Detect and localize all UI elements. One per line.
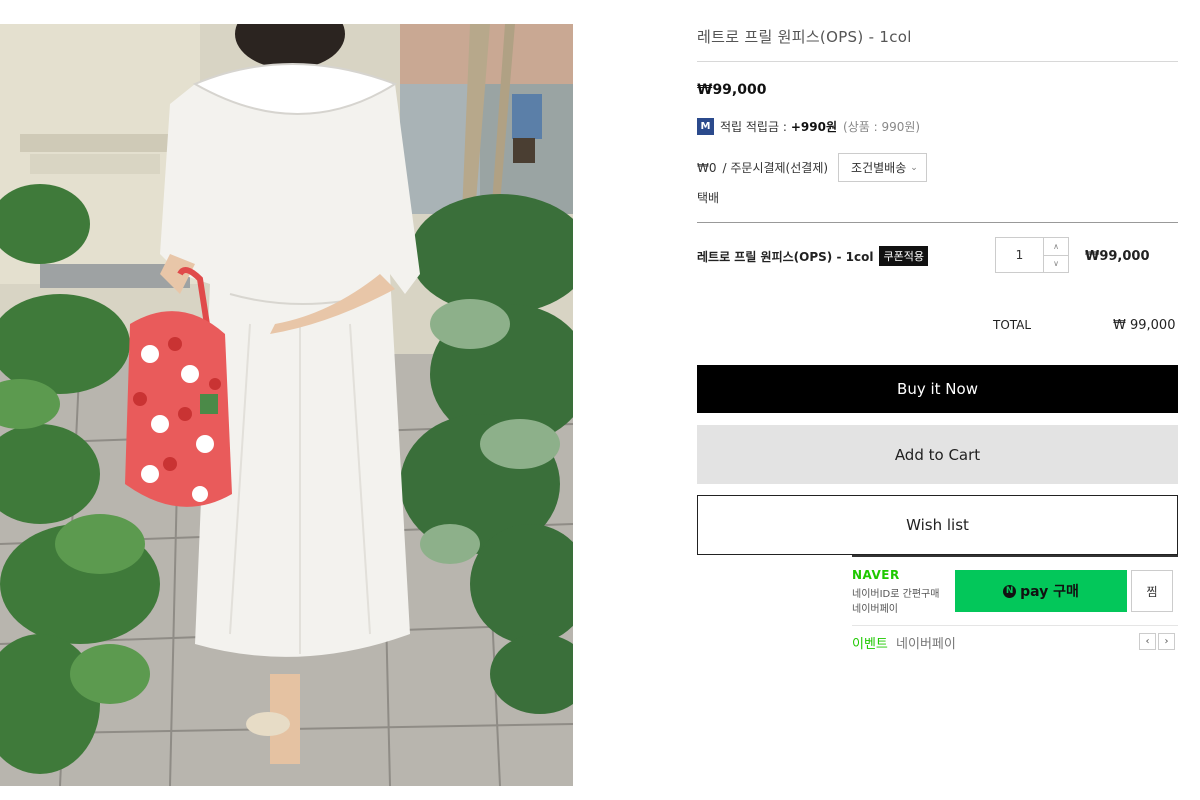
naver-pay-box: NAVER 네이버ID로 간편구매 네이버페이 N pay 구매 찜 이벤트 네…	[852, 555, 1178, 655]
shipping-condition-label: 조건별배송	[851, 161, 907, 175]
shipping-row: ₩0 / 주문시결제(선결제) 조건별배송 ⌄	[697, 153, 927, 182]
event-sub: 네이버페이	[896, 637, 956, 652]
divider	[697, 61, 1178, 62]
chevron-down-icon: ⌄	[910, 162, 918, 173]
shipping-type: 택배	[697, 191, 720, 205]
wish-list-button[interactable]: Wish list	[697, 495, 1178, 555]
add-to-cart-button[interactable]: Add to Cart	[697, 425, 1178, 484]
chevron-down-icon[interactable]: ∨	[1044, 256, 1068, 273]
divider	[852, 625, 1178, 626]
zzim-button[interactable]: 찜	[1131, 570, 1173, 612]
option-price: ₩99,000	[1085, 249, 1150, 264]
product-image	[0, 24, 573, 786]
event-label[interactable]: 이벤트	[852, 637, 888, 652]
total-value: ₩ 99,000	[1113, 318, 1176, 333]
naver-logo: NAVER	[852, 568, 900, 582]
mileage-label: 적립 적립금 :	[720, 120, 787, 134]
mileage-row: M 적립 적립금 : +990원 (상품 : 990원)	[697, 118, 920, 135]
naver-pay-button[interactable]: N pay 구매	[955, 570, 1127, 612]
divider	[697, 222, 1178, 223]
chevron-left-icon[interactable]: ‹	[1139, 633, 1156, 650]
option-row: 레트로 프릴 원피스(OPS) - 1col 쿠폰적용	[697, 246, 928, 266]
naver-event-row: 이벤트 네이버페이	[852, 633, 956, 652]
coupon-button[interactable]: 쿠폰적용	[879, 246, 928, 266]
total-label: TOTAL	[993, 318, 1032, 332]
quantity-stepper[interactable]: 1 ∧ ∨	[995, 237, 1069, 273]
buy-now-button[interactable]: Buy it Now	[697, 365, 1178, 413]
quantity-arrows: ∧ ∨	[1043, 238, 1068, 272]
quantity-input[interactable]: 1	[996, 238, 1043, 272]
naver-pay-desc: 네이버페이	[852, 604, 898, 615]
divider	[852, 555, 1178, 557]
naver-pay-label: pay 구매	[1020, 584, 1079, 600]
mileage-amount: +990원	[790, 120, 838, 134]
shipping-condition-button[interactable]: 조건별배송 ⌄	[838, 153, 927, 182]
mileage-sub: (상품 : 990원)	[843, 120, 921, 134]
shipping-method: / 주문시결제(선결제)	[722, 161, 829, 175]
shipping-fee: ₩0	[697, 160, 717, 175]
chevron-right-icon[interactable]: ›	[1158, 633, 1175, 650]
product-title: 레트로 프릴 원피스(OPS) - 1col	[697, 28, 912, 46]
mileage-badge-icon: M	[697, 118, 714, 135]
product-price: ₩99,000	[697, 82, 767, 98]
naver-pay-desc: 네이버ID로 간편구매	[852, 589, 940, 600]
naver-n-icon: N	[1003, 584, 1017, 598]
option-name: 레트로 프릴 원피스(OPS) - 1col	[697, 249, 874, 264]
event-nav: ‹ ›	[1137, 633, 1175, 650]
chevron-up-icon[interactable]: ∧	[1044, 238, 1068, 256]
